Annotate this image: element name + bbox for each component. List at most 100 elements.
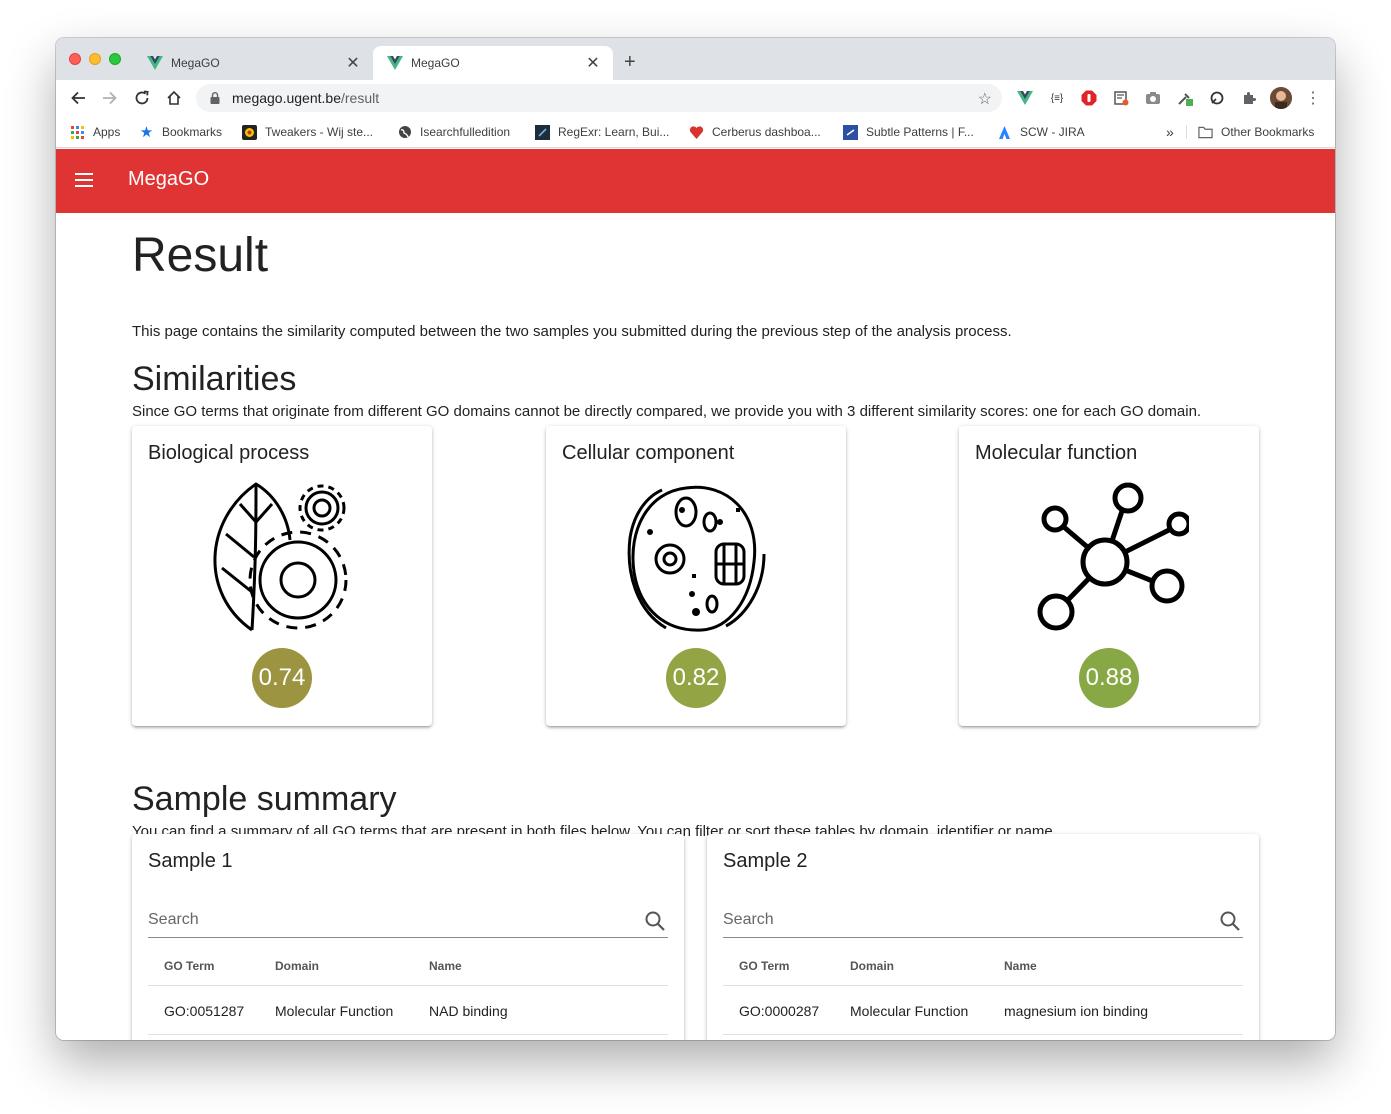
menu-icon[interactable] xyxy=(75,173,93,187)
similarity-card-molecular-function: Molecular function 0.88 xyxy=(959,426,1259,726)
maximize-window-button[interactable] xyxy=(109,53,121,65)
cerberus-logo-icon xyxy=(689,125,704,140)
bookmark-regexr[interactable]: RegExr: Learn, Bui... xyxy=(535,123,669,141)
adblock-extension-icon[interactable] xyxy=(1080,89,1098,107)
reader-extension-icon[interactable] xyxy=(1112,89,1130,107)
browser-toolbar: megago.ugent.be/result ☆ {≡} ⋮ xyxy=(56,80,1335,116)
app-bar: MegaGO xyxy=(56,149,1335,213)
bookmark-label: Subtle Patterns | F... xyxy=(866,125,974,139)
other-bookmarks[interactable]: Other Bookmarks xyxy=(1198,123,1314,141)
bookmark-apps[interactable]: Apps xyxy=(70,123,120,141)
bookmark-label: Other Bookmarks xyxy=(1221,125,1315,139)
cell-domain: Molecular Function xyxy=(275,1002,394,1019)
bookmark-label: Apps xyxy=(93,125,121,139)
tab-title: MegaGO xyxy=(171,56,220,70)
overflow-label: » xyxy=(1166,124,1174,140)
cell-domain: Molecular Function xyxy=(850,1002,969,1019)
cell-name: NAD binding xyxy=(429,1002,508,1019)
cell-name: magnesium ion binding xyxy=(1004,1002,1148,1019)
tab-close-icon[interactable]: ✕ xyxy=(585,53,601,73)
subtle-patterns-logo-icon xyxy=(843,124,858,140)
tweakers-logo-icon xyxy=(242,124,257,140)
bookmarks-divider xyxy=(1186,125,1187,139)
forward-arrow-icon[interactable] xyxy=(98,86,122,110)
card-title: Biological process xyxy=(148,442,310,464)
search-icon[interactable] xyxy=(1219,910,1241,932)
bookmark-star-icon[interactable]: ☆ xyxy=(978,89,992,109)
bookmark-label: Tweakers - Wij ste... xyxy=(265,125,374,139)
browser-window: MegaGO ✕ MegaGO ✕ + megago.ugent.be/resu… xyxy=(56,38,1335,1040)
sample-2-search xyxy=(723,904,1243,938)
bookmark-tweakers[interactable]: Tweakers - Wij ste... xyxy=(242,123,373,141)
card-title: Sample 1 xyxy=(148,850,233,872)
back-arrow-icon[interactable] xyxy=(66,86,90,110)
tab-title: MegaGO xyxy=(411,56,460,70)
star-icon: ★ xyxy=(139,124,154,141)
minimize-window-button[interactable] xyxy=(89,53,101,65)
bookmark-subtle-patterns[interactable]: Subtle Patterns | F... xyxy=(843,123,974,141)
bookmark-isearch[interactable]: Isearchfulledition xyxy=(397,123,510,141)
bookmark-label: SCW - JIRA xyxy=(1020,125,1085,139)
vue-logo-icon xyxy=(387,56,403,70)
card-title: Sample 2 xyxy=(723,850,808,872)
search-input[interactable] xyxy=(148,904,628,936)
url-path: /result xyxy=(340,90,380,106)
browser-menu-icon[interactable]: ⋮ xyxy=(1304,89,1322,107)
similarity-score-badge: 0.88 xyxy=(1079,648,1139,708)
column-header-go-term[interactable]: GO Term xyxy=(739,946,789,985)
cell-go-term: GO:0000287 xyxy=(739,1002,820,1019)
folder-icon xyxy=(1198,125,1213,140)
vue-devtools-extension-icon[interactable] xyxy=(1016,89,1034,107)
column-header-domain[interactable]: Domain xyxy=(850,946,894,985)
bookmark-label: RegExr: Learn, Bui... xyxy=(558,125,670,139)
vue-logo-icon xyxy=(147,56,163,70)
table-header: GO Term Domain Name xyxy=(723,946,1243,986)
url-host: megago.ugent.be xyxy=(232,90,341,106)
close-window-button[interactable] xyxy=(69,53,81,65)
similarities-text: Since GO terms that originate from diffe… xyxy=(132,403,1202,420)
column-header-go-term[interactable]: GO Term xyxy=(164,946,214,985)
search-icon[interactable] xyxy=(644,910,666,932)
similarity-card-cellular-component: Cellular component 0.82 xyxy=(546,426,846,726)
similarities-heading: Similarities xyxy=(132,360,297,398)
similarity-score-badge: 0.74 xyxy=(252,648,312,708)
card-title: Molecular function xyxy=(975,442,1138,464)
table-header: GO Term Domain Name xyxy=(148,946,668,986)
page-title: Result xyxy=(132,229,269,282)
extensions-puzzle-icon[interactable] xyxy=(1240,89,1258,107)
json-viewer-extension-icon[interactable]: {≡} xyxy=(1048,89,1066,107)
globe-icon xyxy=(397,125,412,140)
intro-text: This page contains the similarity comput… xyxy=(132,323,1012,340)
profile-avatar[interactable] xyxy=(1270,87,1292,109)
browser-tab-2[interactable]: MegaGO ✕ xyxy=(373,46,613,80)
cell-icon xyxy=(627,485,766,632)
address-bar[interactable]: megago.ugent.be/result ☆ xyxy=(196,84,1002,112)
jira-logo-icon xyxy=(997,125,1012,140)
bookmark-label: Isearchfulledition xyxy=(420,125,511,139)
column-header-name[interactable]: Name xyxy=(429,946,462,985)
bookmark-label: Bookmarks xyxy=(162,125,223,139)
bookmark-bookmarks[interactable]: ★ Bookmarks xyxy=(139,123,222,141)
bookmark-scw-jira[interactable]: SCW - JIRA xyxy=(997,123,1085,141)
molecule-icon xyxy=(1037,482,1189,631)
browser-tab-1[interactable]: MegaGO ✕ xyxy=(133,46,373,80)
new-tab-button[interactable]: + xyxy=(624,51,636,74)
search-input[interactable] xyxy=(723,904,1203,936)
sync-extension-icon[interactable] xyxy=(1208,89,1226,107)
color-picker-extension-icon[interactable] xyxy=(1176,89,1194,107)
regexr-logo-icon xyxy=(535,124,550,140)
table-row[interactable]: GO:0000287 Molecular Function magnesium … xyxy=(723,987,1243,1035)
tab-close-icon[interactable]: ✕ xyxy=(345,53,361,73)
card-title: Cellular component xyxy=(562,442,735,464)
camera-extension-icon[interactable] xyxy=(1144,89,1162,107)
similarity-card-biological-process: Biological process 0.74 xyxy=(132,426,432,726)
table-row[interactable]: GO:0051287 Molecular Function NAD bindin… xyxy=(148,987,668,1035)
reload-icon[interactable] xyxy=(130,86,154,110)
lock-icon xyxy=(210,92,220,104)
bookmark-cerberus[interactable]: Cerberus dashboa... xyxy=(689,123,821,141)
bookmarks-overflow-button[interactable]: » xyxy=(1166,123,1174,141)
column-header-name[interactable]: Name xyxy=(1004,946,1037,985)
home-icon[interactable] xyxy=(162,86,186,110)
column-header-domain[interactable]: Domain xyxy=(275,946,319,985)
cell-go-term: GO:0051287 xyxy=(164,1002,245,1019)
